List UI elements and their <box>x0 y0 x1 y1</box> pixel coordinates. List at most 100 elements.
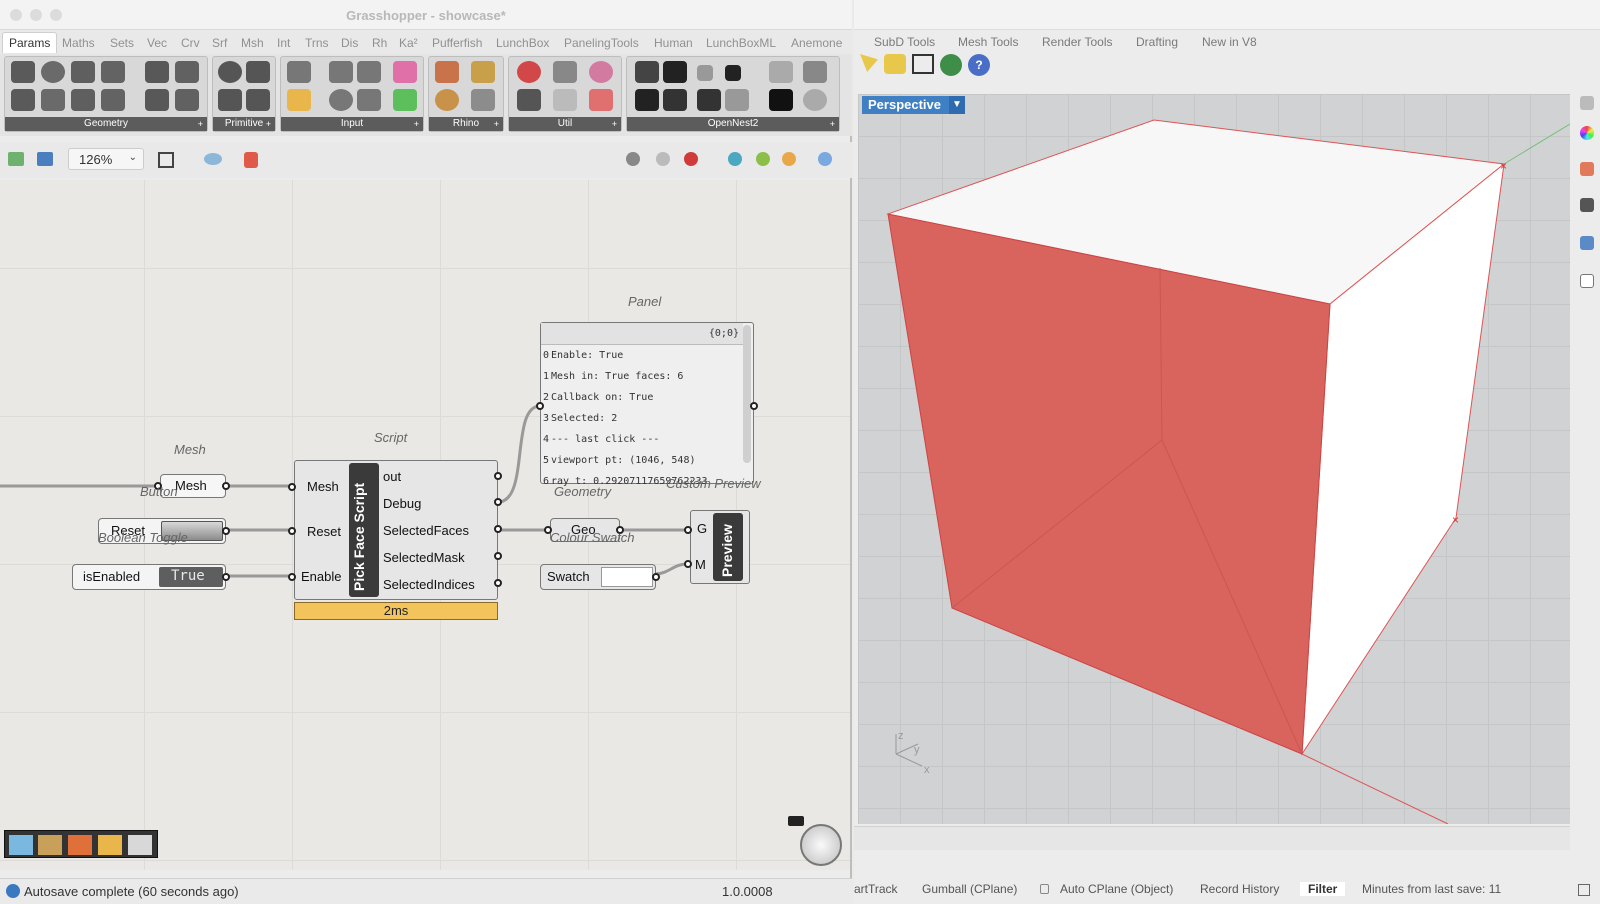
preview-off-icon[interactable] <box>656 152 670 166</box>
curve-param-icon[interactable] <box>71 61 95 83</box>
ribbon-group-label[interactable]: Primitive <box>213 117 275 131</box>
display-orange-icon[interactable] <box>782 152 796 166</box>
swatch-output-port[interactable] <box>652 573 660 581</box>
map-widget-icon[interactable] <box>9 835 33 855</box>
cluster-icon[interactable] <box>589 61 613 83</box>
boolean-toggle-node[interactable]: isEnabled True <box>72 564 226 590</box>
preview-shaded-icon[interactable] <box>684 152 698 166</box>
display-green-icon[interactable] <box>756 152 770 166</box>
ribbon-group-label[interactable]: Input <box>281 117 423 131</box>
tab-anemone[interactable]: Anemone <box>791 36 842 50</box>
zoom-extents-icon[interactable] <box>158 152 174 168</box>
tab-int[interactable]: Int <box>277 36 290 50</box>
panel-scrollbar[interactable] <box>743 325 751 463</box>
ribbon-group-label[interactable]: OpenNest2 <box>627 117 839 131</box>
sketch-pen-icon[interactable] <box>244 152 258 168</box>
rhino-tab-new-in-v8[interactable]: New in V8 <box>1202 35 1257 49</box>
box-param-icon[interactable] <box>101 89 125 111</box>
pencil-filled-icon[interactable] <box>725 65 741 81</box>
twisted-box-param-icon[interactable] <box>175 89 199 111</box>
arrow-right-icon[interactable] <box>553 61 577 83</box>
surface-param-icon[interactable] <box>101 61 125 83</box>
colour-swatch-node[interactable]: Swatch <box>540 564 656 590</box>
polygon-filled-icon[interactable] <box>769 89 793 111</box>
tab-trns[interactable]: Trns <box>305 36 329 50</box>
tab-sets[interactable]: Sets <box>110 36 134 50</box>
line-param-icon[interactable] <box>71 89 95 111</box>
command-line[interactable] <box>854 826 1570 850</box>
preview-wire-icon[interactable] <box>626 152 640 166</box>
plane-param-icon[interactable] <box>41 89 65 111</box>
data-input-icon[interactable] <box>287 61 311 83</box>
pick-face-script-component[interactable]: Mesh Reset Enable Pick Face Script out D… <box>294 460 498 600</box>
flask-icon[interactable] <box>589 89 613 111</box>
tab-crv[interactable]: Crv <box>181 36 200 50</box>
status-filter[interactable]: Filter <box>1300 882 1346 896</box>
point-param-icon[interactable] <box>11 89 35 111</box>
sliders-icon[interactable] <box>635 61 659 83</box>
rhino-bake-icon[interactable] <box>435 89 459 111</box>
button-input-icon[interactable] <box>329 89 353 111</box>
link-icon[interactable] <box>725 89 749 111</box>
color-wheel-icon[interactable] <box>1580 126 1594 140</box>
viewport-dropdown-arrow-icon[interactable]: ▼ <box>949 96 965 114</box>
mesh-output-port[interactable] <box>222 482 230 490</box>
material-icon[interactable] <box>1580 162 1594 176</box>
polygon-outline-icon[interactable] <box>769 61 793 83</box>
save-file-icon[interactable] <box>37 152 53 166</box>
circle-param-icon[interactable] <box>41 61 65 83</box>
cherry-icon[interactable] <box>517 61 541 83</box>
graph-input-icon[interactable] <box>357 61 381 83</box>
swatch-input-icon[interactable] <box>393 89 417 111</box>
number-param-icon[interactable] <box>218 61 242 83</box>
arrow-outline-icon[interactable] <box>553 89 577 111</box>
display-cyan-icon[interactable] <box>728 152 742 166</box>
script-reset-input-port[interactable] <box>288 527 296 535</box>
status-auto-cplane[interactable]: Auto CPlane (Object) <box>1060 882 1173 896</box>
tab-lunchbox[interactable]: LunchBox <box>496 36 549 50</box>
brep-param-icon[interactable] <box>145 61 169 83</box>
mesh-param-icon[interactable] <box>175 61 199 83</box>
tab-dis[interactable]: Dis <box>341 36 358 50</box>
toggle-output-port[interactable] <box>222 573 230 581</box>
script-out-output-port[interactable] <box>494 472 502 480</box>
swatch-color-box[interactable] <box>601 567 653 587</box>
tab-human[interactable]: Human <box>654 36 693 50</box>
gh-canvas[interactable]: Mesh Mesh Button Reset Boolean Toggle is… <box>0 180 850 870</box>
rhino-tab-render-tools[interactable]: Render Tools <box>1042 35 1113 49</box>
text-panel[interactable]: {0;0} 0 Enable: True 1 Mesh in: True faces:… <box>540 322 754 487</box>
document-icon[interactable] <box>1580 274 1594 288</box>
toggle-switch[interactable]: True <box>159 567 223 587</box>
perspective-viewport[interactable]: × × z y x Perspective ▼ <box>858 94 1570 824</box>
rhino-tab-mesh-tools[interactable]: Mesh Tools <box>958 35 1018 49</box>
text-param-icon[interactable] <box>246 89 270 111</box>
zigzag-icon[interactable] <box>697 89 721 111</box>
tab-pufferfish[interactable]: Pufferfish <box>432 36 482 50</box>
list-input-icon[interactable] <box>357 89 381 111</box>
dimension-icon[interactable] <box>912 54 934 74</box>
preview-g-input-port[interactable] <box>684 526 692 534</box>
circles-icon[interactable] <box>803 89 827 111</box>
tab-msh[interactable]: Msh <box>241 36 264 50</box>
tree-icon[interactable] <box>517 89 541 111</box>
field-param-icon[interactable] <box>145 89 169 111</box>
tab-maths[interactable]: Maths <box>62 36 95 50</box>
script-enable-input-port[interactable] <box>288 573 296 581</box>
gradient-input-icon[interactable] <box>393 61 417 83</box>
rhino-tab-drafting[interactable]: Drafting <box>1136 35 1178 49</box>
status-gumball[interactable]: Gumball (CPlane) <box>922 882 1017 896</box>
pencil-outline-icon[interactable] <box>697 65 713 81</box>
tab-panelingtools[interactable]: PanelingTools <box>564 36 639 50</box>
box-widget-icon[interactable] <box>68 835 92 855</box>
integer-param-icon[interactable] <box>246 61 270 83</box>
geometry-param-icon[interactable] <box>11 61 35 83</box>
tab-params[interactable]: Params <box>2 32 58 53</box>
globe-icon[interactable] <box>940 54 962 76</box>
zoom-dropdown[interactable]: 126% ⌄ <box>68 148 144 170</box>
nest-shapes-icon[interactable] <box>663 61 687 83</box>
script-debug-output-port[interactable] <box>494 498 502 506</box>
tab-srf[interactable]: Srf <box>212 36 227 50</box>
status-smarttrack[interactable]: artTrack <box>854 882 898 896</box>
eye-preview-icon[interactable] <box>204 153 222 165</box>
rhino-layer-icon[interactable] <box>471 61 495 83</box>
